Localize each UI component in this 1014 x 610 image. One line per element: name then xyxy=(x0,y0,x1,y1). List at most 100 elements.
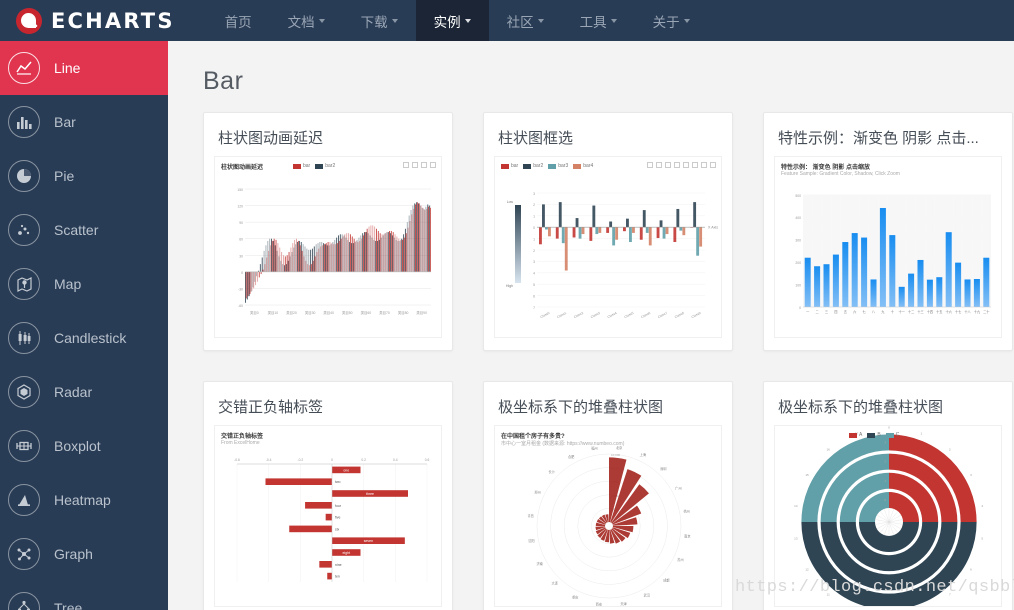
svg-text:300: 300 xyxy=(795,239,801,243)
svg-text:二十: 二十 xyxy=(983,309,990,314)
toolbox-icon[interactable] xyxy=(710,162,716,168)
sidebar-item-label: Tree xyxy=(54,600,83,610)
svg-text:武汉: 武汉 xyxy=(644,593,651,598)
legend-label: bar2 xyxy=(533,163,544,169)
toolbox-icon[interactable] xyxy=(421,162,427,168)
toolbox-icon[interactable] xyxy=(701,162,707,168)
svg-text:类目80: 类目80 xyxy=(398,310,409,315)
svg-text:7: 7 xyxy=(949,593,951,597)
toolbox-icon[interactable] xyxy=(403,162,409,168)
nav-item-5[interactable]: 工具 xyxy=(562,0,635,41)
echarts-logo-icon xyxy=(16,7,42,34)
toolbox-icon[interactable] xyxy=(683,162,689,168)
svg-text:1: 1 xyxy=(921,431,923,435)
svg-text:six: six xyxy=(335,527,340,531)
sidebar-item-scatter[interactable]: Scatter xyxy=(0,203,168,257)
svg-text:X Axis: X Axis xyxy=(708,226,718,230)
sidebar-item-radar[interactable]: Radar xyxy=(0,365,168,419)
toolbox-icon[interactable] xyxy=(412,162,418,168)
sidebar-item-candlestick[interactable]: Candlestick xyxy=(0,311,168,365)
thumbnail-chart-title: 特性示例： 渐变色 阴影 点击缩放 xyxy=(781,165,871,171)
svg-text:类目0: 类目0 xyxy=(250,310,259,315)
svg-text:-0.2: -0.2 xyxy=(297,458,303,462)
svg-text:Class7: Class7 xyxy=(657,311,668,319)
sidebar-item-heatmap[interactable]: Heatmap xyxy=(0,473,168,527)
legend-item[interactable]: bar xyxy=(501,163,518,169)
nav-item-3[interactable]: 实例 xyxy=(415,0,489,41)
svg-text:深圳: 深圳 xyxy=(660,466,666,471)
example-card[interactable]: 柱状图动画延迟 -60 -30 0 30 60 90 120 150 类目0 类目10 类目20 类目3… xyxy=(203,112,453,351)
sidebar-item-pie[interactable]: Pie xyxy=(0,149,168,203)
legend-swatch-icon xyxy=(293,163,301,169)
nav-item-2[interactable]: 下载 xyxy=(343,0,416,41)
svg-text:500: 500 xyxy=(795,194,801,198)
radar-icon xyxy=(8,376,40,408)
toolbox-icon[interactable] xyxy=(674,162,680,168)
legend-item[interactable]: bar xyxy=(293,163,310,169)
sidebar-item-boxplot[interactable]: Boxplot xyxy=(0,419,168,473)
svg-text:八: 八 xyxy=(872,310,876,314)
legend-swatch-icon xyxy=(548,163,557,169)
legend-item[interactable]: A xyxy=(849,432,862,438)
svg-text:类目10: 类目10 xyxy=(268,310,279,315)
nav-item-0[interactable]: 首页 xyxy=(207,0,270,41)
svg-text:类目50: 类目50 xyxy=(342,310,353,315)
example-card-title: 柱状图框选 xyxy=(498,130,574,147)
legend-item[interactable]: C xyxy=(885,432,899,438)
candlestick-icon xyxy=(8,322,40,354)
legend-item[interactable]: bar2 xyxy=(315,163,335,169)
chart-toolbox[interactable] xyxy=(647,162,716,168)
example-chart-thumbnail: -60 -30 0 30 60 90 120 150 类目0 类目10 类目20 类目30 类目40 类目… xyxy=(214,156,442,338)
svg-text:南京: 南京 xyxy=(684,533,690,538)
svg-text:三: 三 xyxy=(825,310,828,314)
svg-text:Class4: Class4 xyxy=(607,311,618,319)
svg-text:上海: 上海 xyxy=(640,452,647,457)
svg-text:十四: 十四 xyxy=(927,309,933,314)
legend-item[interactable]: bar4 xyxy=(573,163,593,169)
example-card[interactable]: 极坐标系下的堆叠柱状图01234567891011121314151617012… xyxy=(763,381,1013,610)
brand-logo[interactable]: ECHARTS xyxy=(0,0,189,41)
svg-text:16: 16 xyxy=(827,448,831,452)
svg-text:200: 200 xyxy=(795,261,801,265)
example-card[interactable]: 极坐标系下的堆叠柱状图2,0004,0006,0008,00010,000北京上… xyxy=(483,381,733,610)
example-chart-thumbnail: 0 100 200 300 400 500 一 二 三 四 五 六 七 八 九 十十一 十二 十三 十四 十五 十六 十七… xyxy=(774,156,1002,338)
example-card[interactable]: 特性示例：渐变色 阴影 点击... 0 100 200 300 400 500 一 二 三 四 五 六 七… xyxy=(763,112,1013,351)
toolbox-icon[interactable] xyxy=(656,162,662,168)
sidebar-item-line[interactable]: Line xyxy=(0,41,168,95)
sidebar-item-graph[interactable]: Graph xyxy=(0,527,168,581)
legend-item[interactable]: B xyxy=(867,432,881,438)
legend-label: bar3 xyxy=(558,163,569,169)
nav-item-4[interactable]: 社区 xyxy=(489,0,562,41)
svg-text:十六: 十六 xyxy=(946,309,953,314)
legend-swatch-icon xyxy=(315,163,324,169)
nav-item-6[interactable]: 关于 xyxy=(635,0,708,41)
svg-text:three: three xyxy=(366,492,374,496)
nav-item-label: 工具 xyxy=(579,14,607,30)
example-card[interactable]: 交错正负轴标签 -0.6 -0.4 -0.2 0 0.2 0.4 0.6 one two three… xyxy=(203,381,453,610)
svg-text:济南: 济南 xyxy=(536,561,542,566)
toolbox-icon[interactable] xyxy=(430,162,436,168)
example-card-title: 特性示例：渐变色 阴影 点击... xyxy=(778,130,979,147)
legend-swatch-icon xyxy=(867,432,876,438)
sidebar-item-map[interactable]: Map xyxy=(0,257,168,311)
toolbox-icon[interactable] xyxy=(692,162,698,168)
sidebar-item-label: Scatter xyxy=(54,222,99,238)
example-card[interactable]: 柱状图框选 7 6 5 4 3 2 1 0 1 2 3 Class0 Class1 Class2 Class3… xyxy=(483,112,733,351)
sidebar-item-tree[interactable]: Tree xyxy=(0,581,168,610)
nav-item-label: 关于 xyxy=(652,14,680,30)
example-chart-thumbnail: 2,0004,0006,0008,00010,000北京上海深圳广州杭州南京苏州… xyxy=(494,425,722,607)
example-card-title: 极坐标系下的堆叠柱状图 xyxy=(778,399,944,416)
svg-text:大连: 大连 xyxy=(552,581,559,586)
toolbox-icon[interactable] xyxy=(647,162,653,168)
svg-text:十九: 十九 xyxy=(974,309,981,314)
sidebar-item-bar[interactable]: Bar xyxy=(0,95,168,149)
legend-item[interactable]: bar2 xyxy=(523,163,543,169)
svg-text:eight: eight xyxy=(342,551,350,555)
legend-item[interactable]: bar3 xyxy=(548,163,568,169)
nav-item-1[interactable]: 文档 xyxy=(270,0,343,41)
example-chart-thumbnail: 012345678910111213141516170123ABC xyxy=(774,425,1002,607)
brand-name: ECHARTS xyxy=(51,8,175,33)
chart-toolbox[interactable] xyxy=(403,162,436,168)
toolbox-icon[interactable] xyxy=(665,162,671,168)
svg-text:3: 3 xyxy=(970,473,972,477)
